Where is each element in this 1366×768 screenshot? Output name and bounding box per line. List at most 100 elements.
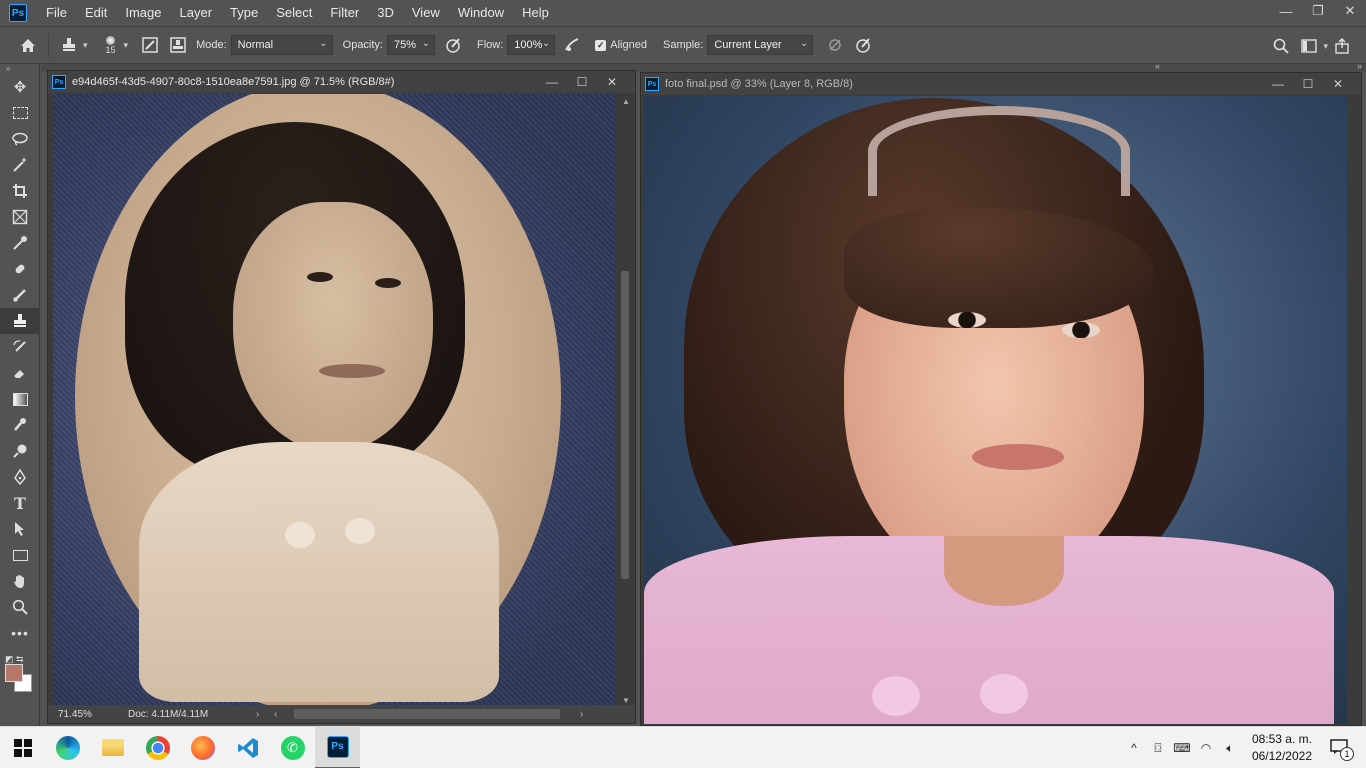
photoshop-icon[interactable]: Ps bbox=[315, 726, 360, 768]
firefox-icon[interactable] bbox=[180, 727, 225, 768]
magic-wand-icon[interactable] bbox=[0, 152, 40, 178]
document-tab-restored[interactable]: Ps foto final.psd @ 33% (Layer 8, RGB/8)… bbox=[641, 73, 1361, 95]
restore-button[interactable]: ❐ bbox=[1302, 0, 1334, 22]
close-button[interactable]: ✕ bbox=[1323, 77, 1353, 91]
menu-image[interactable]: Image bbox=[116, 0, 170, 26]
hand-icon[interactable] bbox=[0, 568, 40, 594]
menu-help[interactable]: Help bbox=[513, 0, 558, 26]
crop-icon[interactable] bbox=[0, 178, 40, 204]
document-tab-original[interactable]: Ps e94d465f-43d5-4907-80c8-1510ea8e7591.… bbox=[48, 71, 635, 93]
search-icon[interactable] bbox=[1267, 32, 1295, 60]
scroll-up-icon[interactable]: ▲ bbox=[622, 97, 630, 106]
pressure-opacity-icon[interactable] bbox=[439, 31, 467, 59]
restore-button[interactable]: ☐ bbox=[1293, 77, 1323, 91]
zoom-icon[interactable] bbox=[0, 594, 40, 620]
home-icon[interactable] bbox=[14, 31, 42, 59]
eyedropper-icon[interactable] bbox=[0, 230, 40, 256]
brush-settings-icon[interactable] bbox=[136, 31, 164, 59]
file-explorer-icon[interactable] bbox=[90, 727, 135, 768]
ignore-adjustment-layers-icon[interactable] bbox=[821, 31, 849, 59]
collapse-panel-icon[interactable]: » bbox=[0, 64, 39, 74]
menu-layer[interactable]: Layer bbox=[171, 0, 222, 26]
path-select-icon[interactable] bbox=[0, 516, 40, 542]
brush-preset-picker[interactable]: 15 bbox=[98, 35, 124, 55]
menu-view[interactable]: View bbox=[403, 0, 449, 26]
rectangle-icon[interactable] bbox=[0, 542, 40, 568]
options-bar: ▾ 15 ▾ Mode: Normal ⌄ Opacity: 75% ⌄ Flo… bbox=[0, 26, 1366, 64]
workspace-icon[interactable] bbox=[1295, 32, 1323, 60]
minimize-button[interactable]: — bbox=[1263, 77, 1293, 91]
healing-icon[interactable] bbox=[0, 256, 40, 282]
windows-start-icon[interactable] bbox=[0, 727, 45, 768]
chevron-down-icon[interactable]: ▾ bbox=[124, 40, 129, 51]
edge-icon[interactable] bbox=[45, 727, 90, 768]
clone-stamp-icon[interactable] bbox=[0, 308, 40, 334]
restore-button[interactable]: ☐ bbox=[567, 75, 597, 89]
dodge-icon[interactable] bbox=[0, 438, 40, 464]
collapse-panel-icon[interactable]: « bbox=[1155, 61, 1160, 71]
zoom-level[interactable]: 71.45% bbox=[58, 709, 128, 720]
history-brush-icon[interactable] bbox=[0, 334, 40, 360]
wifi-icon[interactable]: ◠ bbox=[1194, 741, 1218, 755]
vscode-icon[interactable] bbox=[225, 727, 270, 768]
menu-3d[interactable]: 3D bbox=[368, 0, 403, 26]
clone-source-icon[interactable] bbox=[164, 31, 192, 59]
aligned-checkbox[interactable]: ✓ bbox=[595, 39, 607, 51]
collapse-panel-icon[interactable]: » bbox=[1357, 61, 1362, 71]
sample-select[interactable]: Current Layer ⌄ bbox=[707, 35, 814, 55]
menu-edit[interactable]: Edit bbox=[76, 0, 116, 26]
gradient-icon[interactable] bbox=[0, 386, 40, 412]
keyboard-icon[interactable]: ⌨ bbox=[1170, 741, 1194, 755]
pen-icon[interactable] bbox=[0, 464, 40, 490]
opacity-input[interactable]: 75% ⌄ bbox=[387, 35, 435, 55]
chevron-right-icon[interactable]: › bbox=[256, 709, 274, 720]
vertical-scrollbar[interactable]: ▲ ▼ bbox=[619, 97, 631, 705]
mode-select[interactable]: Normal ⌄ bbox=[230, 35, 333, 55]
eraser-icon[interactable] bbox=[0, 360, 40, 386]
move-icon[interactable]: ✥ bbox=[0, 74, 40, 100]
brush-icon[interactable] bbox=[0, 282, 40, 308]
smudge-icon[interactable] bbox=[0, 412, 40, 438]
scroll-left-icon[interactable]: ‹ bbox=[274, 709, 294, 720]
whatsapp-icon[interactable]: ✆ bbox=[270, 727, 315, 768]
menu-file[interactable]: File bbox=[37, 0, 76, 26]
close-button[interactable]: ✕ bbox=[597, 75, 627, 89]
menu-window[interactable]: Window bbox=[449, 0, 513, 26]
minimize-button[interactable]: — bbox=[537, 75, 567, 89]
type-icon[interactable]: T bbox=[0, 490, 40, 516]
chrome-icon[interactable] bbox=[135, 727, 180, 768]
clone-stamp-preset-icon[interactable] bbox=[55, 31, 83, 59]
face bbox=[233, 202, 433, 452]
flow-input[interactable]: 100% ⌄ bbox=[507, 35, 556, 55]
photoshop-file-icon: Ps bbox=[645, 77, 659, 91]
document-title: foto final.psd @ 33% (Layer 8, RGB/8) bbox=[665, 78, 853, 90]
meet-now-icon[interactable]: ⌼ bbox=[1146, 741, 1170, 756]
color-swatches[interactable]: ◩ ⇆ bbox=[0, 654, 39, 694]
menu-type[interactable]: Type bbox=[221, 0, 267, 26]
notifications-icon[interactable]: 1 bbox=[1330, 738, 1360, 761]
scroll-right-icon[interactable]: › bbox=[580, 709, 583, 720]
chevron-down-icon[interactable]: ▾ bbox=[83, 40, 88, 51]
lasso-icon[interactable] bbox=[0, 126, 40, 152]
close-button[interactable]: ✕ bbox=[1334, 0, 1366, 22]
left-eye bbox=[948, 312, 986, 328]
airbrush-icon[interactable] bbox=[559, 31, 587, 59]
share-icon[interactable] bbox=[1328, 32, 1356, 60]
scrollbar-thumb[interactable] bbox=[621, 271, 629, 579]
menu-filter[interactable]: Filter bbox=[321, 0, 368, 26]
minimize-button[interactable]: — bbox=[1270, 0, 1302, 22]
horizontal-scrollbar-thumb[interactable] bbox=[294, 709, 560, 719]
foreground-color-swatch[interactable] bbox=[5, 664, 23, 682]
brush-size: 15 bbox=[105, 44, 116, 55]
canvas-restored-photo[interactable] bbox=[644, 96, 1347, 724]
chevron-up-icon[interactable]: ^ bbox=[1122, 741, 1146, 755]
more-icon[interactable]: ••• bbox=[0, 620, 40, 646]
menu-select[interactable]: Select bbox=[267, 0, 321, 26]
canvas-original-photo[interactable] bbox=[53, 94, 615, 705]
scroll-down-icon[interactable]: ▼ bbox=[622, 696, 630, 705]
frame-icon[interactable] bbox=[0, 204, 40, 230]
pressure-size-icon[interactable] bbox=[849, 31, 877, 59]
clock[interactable]: 08:53 a. m. 06/12/2022 bbox=[1252, 731, 1312, 765]
marquee-icon[interactable] bbox=[0, 100, 40, 126]
volume-icon[interactable]: 🔈︎ bbox=[1218, 741, 1242, 756]
